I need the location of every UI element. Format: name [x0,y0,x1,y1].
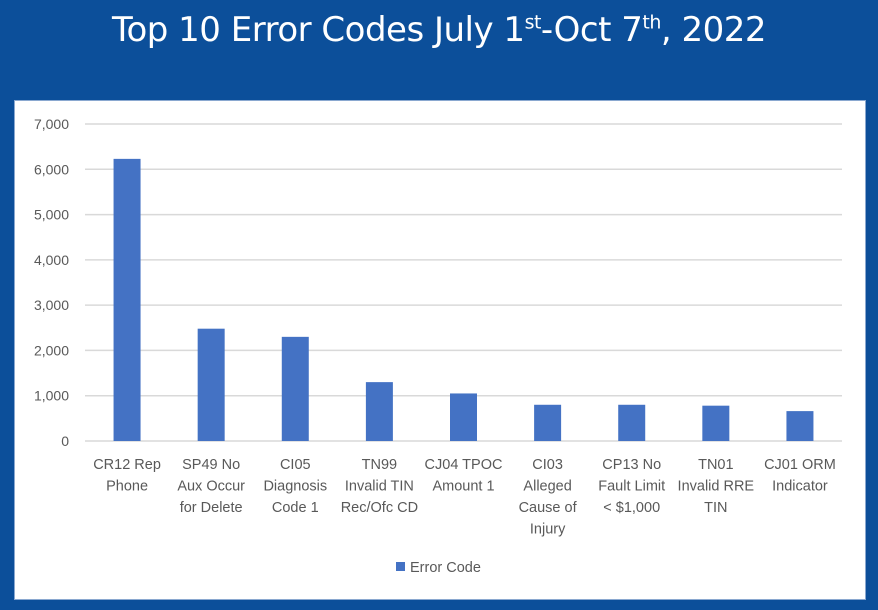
x-tick-label: CI05 [280,457,311,473]
x-tick-label: Fault Limit [598,479,665,495]
y-tick-label: 2,000 [34,342,69,358]
bar-chart: 0 1,000 2,000 3,000 4,000 5,000 6,000 7,000 CR12… [34,116,842,576]
x-tick-label: Phone [106,479,148,495]
x-tick-label: Invalid RRE [678,479,755,495]
bar [786,411,814,441]
x-tick-label: Amount 1 [432,479,494,495]
x-tick-label: TN01 [698,457,733,473]
x-tick-label: < $1,000 [603,500,660,516]
bar [281,336,309,441]
y-tick-label: 0 [61,433,69,449]
x-tick-label: Invalid TIN [345,479,414,495]
bar [702,405,730,441]
x-tick-label: SP49 No [182,457,240,473]
x-tick-label: Rec/Ofc CD [341,500,418,516]
y-tick-label: 4,000 [34,252,69,268]
y-tick-label: 7,000 [34,116,69,132]
bar [450,393,477,441]
bar [618,404,646,441]
x-tick-label: Diagnosis [263,479,327,495]
x-tick-label: Aux Occur [177,479,245,495]
x-tick-label: Alleged [523,479,571,495]
bar [365,382,393,441]
x-tick-label: Indicator [772,479,828,495]
bar [197,328,225,441]
x-tick-label: CJ01 ORM [764,457,836,473]
x-tick-label: Injury [530,522,566,538]
y-tick-label: 3,000 [34,297,69,313]
legend-swatch [396,562,405,571]
legend-label: Error Code [410,560,481,576]
x-tick-label: for Delete [180,500,243,516]
y-tick-label: 5,000 [34,207,69,223]
x-tick-label: TN99 [362,457,397,473]
x-tick-label: Cause of [519,500,578,516]
x-tick-label: CP13 No [602,457,661,473]
y-tick-label: 1,000 [34,388,69,404]
bar [534,404,562,441]
x-tick-label: CI03 [532,457,563,473]
x-tick-label: Code 1 [272,500,319,516]
x-tick-label: CR12 Rep [93,457,161,473]
bar [113,158,141,441]
y-tick-label: 6,000 [34,161,69,177]
x-tick-label: TIN [704,500,727,516]
x-tick-label: CJ04 TPOC [425,457,503,473]
